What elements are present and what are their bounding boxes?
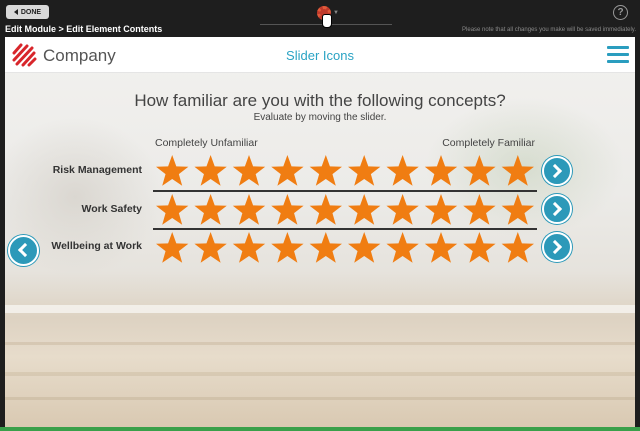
row-label-work-safety: Work Safety <box>81 203 143 215</box>
star-icon[interactable] <box>386 155 419 186</box>
star-icon[interactable] <box>501 194 534 225</box>
hand-cursor-icon <box>322 14 332 28</box>
star-slider-work-safety[interactable] <box>153 192 537 228</box>
star-icon[interactable] <box>271 194 304 225</box>
row-label-wellbeing-at-work: Wellbeing at Work <box>51 240 142 252</box>
star-icon[interactable] <box>156 232 189 263</box>
back-arrow-icon <box>13 9 18 15</box>
bottom-status-bar <box>0 427 640 431</box>
star-icon[interactable] <box>194 232 227 263</box>
done-button[interactable]: DONE <box>6 5 49 19</box>
star-icon[interactable] <box>232 232 266 263</box>
star-icon[interactable] <box>463 194 496 225</box>
background-grain <box>5 397 635 400</box>
star-icon[interactable] <box>348 155 381 186</box>
star-icon[interactable] <box>386 194 419 225</box>
question-heading: How familiar are you with the following … <box>134 91 506 110</box>
star-icon[interactable] <box>309 232 342 263</box>
star-icon[interactable] <box>194 155 227 186</box>
next-arrow-button[interactable] <box>542 156 572 186</box>
next-arrow-button[interactable] <box>542 194 572 224</box>
star-icon[interactable] <box>501 155 534 186</box>
background-table-edge <box>5 305 635 313</box>
chevron-down-icon[interactable]: ▼ <box>333 10 339 16</box>
star-slider-risk-management[interactable] <box>153 153 537 189</box>
scale-max-label: Completely Familiar <box>442 137 535 149</box>
chevron-right-icon <box>547 201 563 217</box>
background-grain <box>5 342 635 345</box>
star-icon[interactable] <box>271 232 304 263</box>
row-label-risk-management: Risk Management <box>52 164 142 176</box>
save-notice: Please note that all changes you make wi… <box>462 27 636 33</box>
star-icon[interactable] <box>463 155 496 186</box>
star-icon[interactable] <box>309 155 342 186</box>
star-icon[interactable] <box>386 232 419 263</box>
editor-toolbar: DONE Edit Module > Edit Element Contents… <box>0 0 640 37</box>
next-arrow-button[interactable] <box>542 232 572 262</box>
chevron-right-icon <box>547 163 563 179</box>
scale-min-label: Completely Unfamiliar <box>155 137 258 149</box>
module-header: Company Slider Icons <box>5 37 635 73</box>
star-icon[interactable] <box>271 155 304 186</box>
star-icon[interactable] <box>194 194 227 225</box>
star-icon[interactable] <box>348 194 381 225</box>
star-icon[interactable] <box>309 194 342 225</box>
background-grain <box>5 372 635 376</box>
star-icon[interactable] <box>501 232 534 263</box>
star-icon[interactable] <box>156 194 189 225</box>
star-icon[interactable] <box>424 155 458 186</box>
done-label: DONE <box>20 8 42 16</box>
star-icon[interactable] <box>424 232 458 263</box>
chevron-right-icon <box>547 239 563 255</box>
page-title: Slider Icons <box>286 48 354 63</box>
hamburger-menu-icon[interactable] <box>607 46 629 63</box>
star-icon[interactable] <box>232 155 266 186</box>
star-icon[interactable] <box>348 232 381 263</box>
module-stage: Company Slider Icons How familiar are yo… <box>5 37 635 427</box>
star-icon[interactable] <box>463 232 496 263</box>
question-instructions: Evaluate by moving the slider. <box>253 112 387 123</box>
help-button[interactable]: ? <box>613 5 628 20</box>
star-slider-wellbeing-at-work[interactable] <box>153 230 537 266</box>
star-icon[interactable] <box>156 155 189 186</box>
previous-arrow-button[interactable] <box>8 235 39 266</box>
chevron-left-icon <box>17 242 33 258</box>
star-icon[interactable] <box>424 194 458 225</box>
breadcrumb: Edit Module > Edit Element Contents <box>5 24 163 34</box>
star-icon[interactable] <box>232 194 266 225</box>
